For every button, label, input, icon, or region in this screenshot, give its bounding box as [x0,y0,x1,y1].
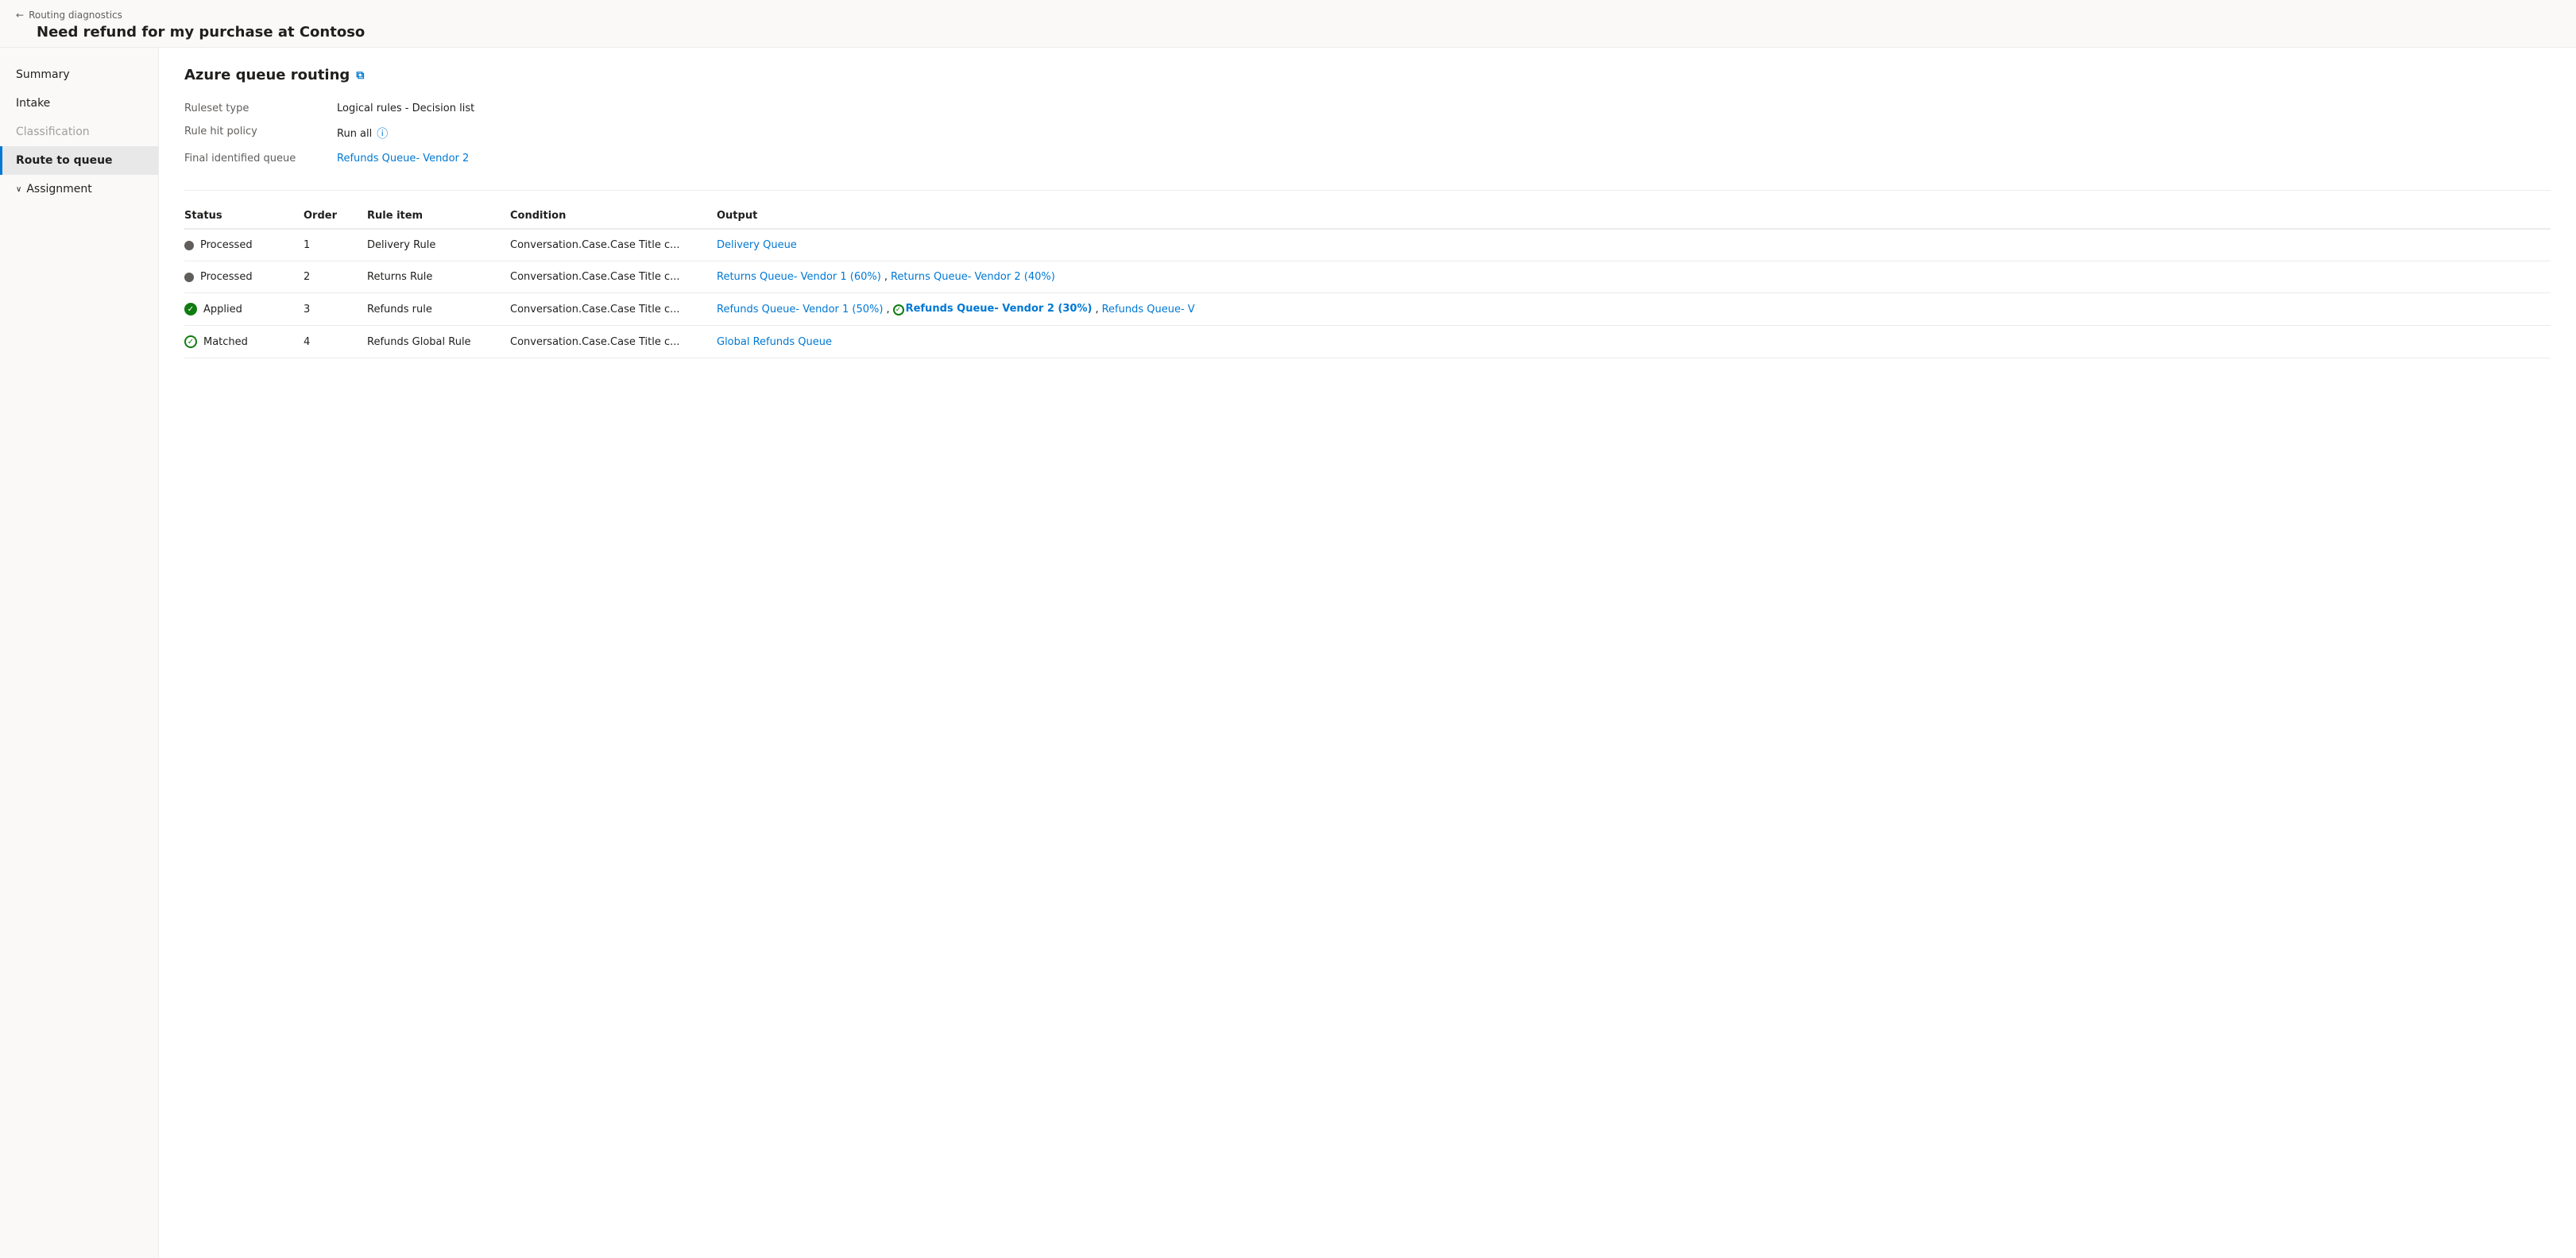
sidebar: Summary Intake Classification Route to queu… [0,48,159,1258]
info-grid: Ruleset type Logical rules - Decision li… [184,99,2551,168]
final-queue-value[interactable]: Refunds Queue- Vendor 2 [337,149,2551,168]
output-link[interactable]: Refunds Queue- Vendor 1 (50%) [717,304,883,315]
col-status: Status [184,210,304,222]
sidebar-item-classification: Classification [0,118,158,146]
back-button[interactable]: ← [16,10,24,21]
app-container: ← Routing diagnostics Need refund for my… [0,0,2576,1258]
output-check-icon: ✓ [893,304,904,315]
condition-cell: Conversation.Case.Case Title c... [510,239,717,251]
status-dot-processed [184,241,194,250]
col-rule-item: Rule item [367,210,510,222]
status-cell: Processed [184,271,304,283]
breadcrumb: ← Routing diagnostics [16,10,2560,21]
status-check-matched: ✓ [184,335,197,348]
sidebar-item-route-to-queue[interactable]: Route to queue [0,146,158,175]
output-link[interactable]: Returns Queue- Vendor 2 (40%) [891,271,1055,283]
rule-hit-policy-label: Rule hit policy [184,122,327,145]
col-output: Output [717,210,2551,222]
col-order: Order [304,210,367,222]
sidebar-item-label: Classification [16,126,90,138]
condition-cell: Conversation.Case.Case Title c... [510,336,717,348]
rule-hit-policy-info-icon[interactable]: ⓘ [377,126,388,141]
output-cell: Global Refunds Queue [717,336,2551,348]
order-cell: 1 [304,239,367,251]
final-queue-label: Final identified queue [184,149,327,168]
condition-cell: Conversation.Case.Case Title c... [510,304,717,315]
section-title-row: Azure queue routing ⧉ [184,67,2551,83]
order-cell: 3 [304,304,367,315]
rule-item-cell: Delivery Rule [367,239,510,251]
output-link[interactable]: Returns Queue- Vendor 1 (60%) [717,271,881,283]
routing-table: Status Order Rule item Condition Output … [184,203,2551,358]
rule-item-cell: Refunds Global Rule [367,336,510,348]
ruleset-type-label: Ruleset type [184,99,327,118]
output-link[interactable]: Delivery Queue [717,239,797,251]
sidebar-item-label: Intake [16,97,50,110]
status-cell: Processed [184,239,304,251]
status-label: Matched [203,336,248,348]
divider [184,190,2551,191]
output-separator: , [1095,304,1098,315]
sidebar-item-label: Assignment [26,183,91,195]
section-title-text: Azure queue routing [184,67,350,83]
main-content: Azure queue routing ⧉ Ruleset type Logic… [159,48,2576,1258]
table-header: Status Order Rule item Condition Output [184,203,2551,230]
output-link[interactable]: Refunds Queue- V [1102,304,1195,315]
rule-item-cell: Refunds rule [367,304,510,315]
sidebar-item-assignment[interactable]: ∨ Assignment [0,175,158,203]
table-row: ✓ Applied 3 Refunds rule Conversation.Ca… [184,293,2551,326]
status-dot-processed [184,273,194,282]
rule-hit-policy-value-row: Run all ⓘ [337,122,2551,145]
col-condition: Condition [510,210,717,222]
status-cell: ✓ Matched [184,335,304,348]
status-label: Applied [203,304,242,315]
chevron-icon: ∨ [16,185,21,194]
condition-cell: Conversation.Case.Case Title c... [510,271,717,283]
status-cell: ✓ Applied [184,303,304,315]
sidebar-item-label: Route to queue [16,154,113,167]
table-row: Processed 1 Delivery Rule Conversation.C… [184,230,2551,261]
ruleset-type-value: Logical rules - Decision list [337,99,2551,118]
status-label: Processed [200,271,253,283]
breadcrumb-parent: Routing diagnostics [29,10,122,21]
output-separator: , [884,271,888,283]
status-label: Processed [200,239,253,251]
order-cell: 2 [304,271,367,283]
sidebar-item-label: Summary [16,68,70,81]
output-cell: Refunds Queue- Vendor 1 (50%) , ✓Refunds… [717,303,2551,315]
output-cell: Delivery Queue [717,239,2551,251]
external-link-icon[interactable]: ⧉ [356,69,364,82]
content-area: Summary Intake Classification Route to queu… [0,48,2576,1258]
output-link[interactable]: ✓Refunds Queue- Vendor 2 (30%) [893,303,1093,315]
sidebar-item-intake[interactable]: Intake [0,89,158,118]
rule-hit-policy-text: Run all [337,128,372,140]
rule-item-cell: Returns Rule [367,271,510,283]
order-cell: 4 [304,336,367,348]
table-row: ✓ Matched 4 Refunds Global Rule Conversa… [184,326,2551,358]
page-header: ← Routing diagnostics Need refund for my… [0,0,2576,48]
sidebar-item-summary[interactable]: Summary [0,60,158,89]
status-check-applied: ✓ [184,303,197,315]
output-cell: Returns Queue- Vendor 1 (60%) , Returns … [717,271,2551,283]
output-link[interactable]: Global Refunds Queue [717,336,832,348]
table-rows: Processed 1 Delivery Rule Conversation.C… [184,230,2551,358]
output-separator: , [886,304,889,315]
table-row: Processed 2 Returns Rule Conversation.Ca… [184,261,2551,293]
page-title: Need refund for my purchase at Contoso [37,24,2560,41]
